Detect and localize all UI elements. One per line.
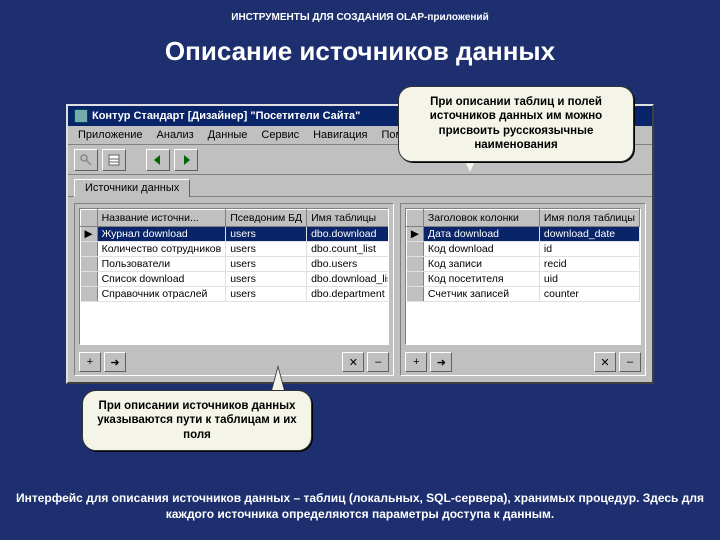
cell: Количество сотрудников — [97, 242, 226, 257]
col-marker[interactable] — [407, 210, 424, 227]
menu-navigation[interactable]: Навигация — [307, 128, 373, 142]
table-row[interactable]: Код посетителяuid — [407, 272, 640, 287]
assign-source-button[interactable]: ➜ — [104, 352, 126, 372]
table-row[interactable]: Список downloadusersdbo.download_list — [81, 272, 390, 287]
delete-source-button[interactable]: ✕ — [342, 352, 364, 372]
callout-fields-naming: При описании таблиц и полей источников д… — [398, 86, 634, 162]
cell: dbo.download_list — [307, 272, 390, 287]
app-logo-icon — [74, 109, 88, 123]
row-marker — [81, 257, 98, 272]
cell: users — [226, 287, 307, 302]
menu-service[interactable]: Сервис — [255, 128, 305, 142]
cell: dbo.count_list — [307, 242, 390, 257]
table-row[interactable]: Справочник отраслейusersdbo.department — [81, 287, 390, 302]
cell: Счетчик записей — [423, 287, 539, 302]
add-source-button[interactable]: + — [79, 352, 101, 372]
cell: users — [226, 227, 307, 242]
table-row[interactable]: Количество сотрудниковusersdbo.count_lis… — [81, 242, 390, 257]
menu-analysis[interactable]: Анализ — [151, 128, 200, 142]
col-marker[interactable] — [81, 210, 98, 227]
page-title: Описание источников данных — [0, 36, 720, 67]
callout-source-paths: При описании источников данных указывают… — [82, 390, 312, 451]
menu-data[interactable]: Данные — [202, 128, 254, 142]
table-row[interactable]: Пользователиusersdbo.users — [81, 257, 390, 272]
row-marker: ▶ — [81, 227, 98, 242]
row-marker — [407, 287, 424, 302]
row-marker: ▶ — [407, 227, 424, 242]
row-marker — [81, 287, 98, 302]
toolbar-key-icon[interactable] — [74, 149, 98, 171]
add-field-button[interactable]: + — [405, 352, 427, 372]
assign-field-button[interactable]: ➜ — [430, 352, 452, 372]
row-marker — [407, 242, 424, 257]
sources-grid[interactable]: Название источни... Псевдоним БД Имя таб… — [79, 208, 389, 345]
cell: Код записи — [423, 257, 539, 272]
fields-grid[interactable]: Заголовок колонки Имя поля таблицы ▶Дата… — [405, 208, 641, 345]
row-marker — [407, 272, 424, 287]
col-source-name[interactable]: Название источни... — [97, 210, 226, 227]
remove-source-button[interactable]: – — [367, 352, 389, 372]
cell: uid — [539, 272, 639, 287]
cell: download_date — [539, 227, 639, 242]
table-row[interactable]: Код downloadid — [407, 242, 640, 257]
cell: dbo.download — [307, 227, 390, 242]
toolbar-sheet-icon[interactable] — [102, 149, 126, 171]
cell: Справочник отраслей — [97, 287, 226, 302]
tab-data-sources[interactable]: Источники данных — [74, 179, 190, 197]
cell: Код посетителя — [423, 272, 539, 287]
row-marker — [407, 257, 424, 272]
remove-field-button[interactable]: – — [619, 352, 641, 372]
toolbar-back-icon[interactable] — [146, 149, 170, 171]
col-column-title[interactable]: Заголовок колонки — [423, 210, 539, 227]
cell: counter — [539, 287, 639, 302]
sources-toolbar: + ➜ ✕ – — [75, 349, 393, 375]
breadcrumb: ИНСТРУМЕНТЫ ДЛЯ СОЗДАНИЯ OLAP-приложений — [0, 12, 720, 23]
col-field-name[interactable]: Имя поля таблицы — [539, 210, 639, 227]
fields-toolbar: + ➜ ✕ – — [401, 349, 645, 375]
table-row[interactable]: ▶Дата downloaddownload_date — [407, 227, 640, 242]
table-row[interactable]: Счетчик записейcounter — [407, 287, 640, 302]
row-marker — [81, 242, 98, 257]
window-title: Контур Стандарт [Дизайнер] "Посетители С… — [92, 110, 360, 122]
col-db-alias[interactable]: Псевдоним БД — [226, 210, 307, 227]
cell: Код download — [423, 242, 539, 257]
toolbar-forward-icon[interactable] — [174, 149, 198, 171]
table-row[interactable]: Код записиrecid — [407, 257, 640, 272]
cell: users — [226, 272, 307, 287]
cell: dbo.department — [307, 287, 390, 302]
cell: users — [226, 242, 307, 257]
col-table-name[interactable]: Имя таблицы — [307, 210, 390, 227]
cell: Дата download — [423, 227, 539, 242]
cell: Список download — [97, 272, 226, 287]
cell: Пользователи — [97, 257, 226, 272]
cell: Журнал download — [97, 227, 226, 242]
row-marker — [81, 272, 98, 287]
sources-panel: Название источни... Псевдоним БД Имя таб… — [74, 203, 394, 376]
cell: id — [539, 242, 639, 257]
table-row[interactable]: ▶Журнал downloadusersdbo.download — [81, 227, 390, 242]
menu-app[interactable]: Приложение — [72, 128, 149, 142]
cell: users — [226, 257, 307, 272]
cell: dbo.users — [307, 257, 390, 272]
delete-field-button[interactable]: ✕ — [594, 352, 616, 372]
fields-panel: Заголовок колонки Имя поля таблицы ▶Дата… — [400, 203, 646, 376]
tab-row: Источники данных — [68, 175, 652, 197]
footer-text: Интерфейс для описания источников данных… — [16, 490, 704, 522]
cell: recid — [539, 257, 639, 272]
